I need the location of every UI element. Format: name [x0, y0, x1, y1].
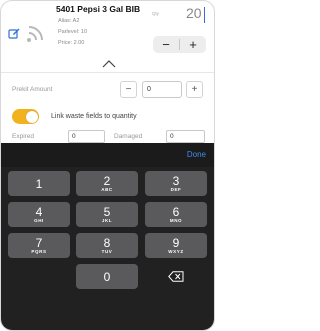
screen: 5401 Pepsi 3 Gal BIB Alias: A2 Parlevel:… — [0, 0, 215, 331]
key-number: 5 — [103, 204, 111, 219]
item-parlevel: Parlevel: 10 — [58, 29, 88, 35]
key-number: 3 — [172, 173, 180, 188]
key-letters: DEF — [170, 186, 182, 192]
key-9[interactable]: 9 WXYZ — [145, 233, 207, 258]
link-waste-label: Link waste fields to quantity — [51, 113, 137, 120]
key-number: 4 — [35, 204, 43, 219]
backspace-key[interactable] — [145, 264, 207, 289]
edit-icon[interactable] — [8, 28, 20, 40]
key-6[interactable]: 6 MNO — [145, 202, 207, 227]
key-letters: PQRS — [31, 248, 47, 254]
prekit-label: Prekit Amount — [12, 86, 53, 93]
expired-input[interactable]: 0 — [68, 130, 105, 143]
key-letters: TUV — [101, 248, 113, 254]
item-title: 5401 Pepsi 3 Gal BIB — [56, 4, 141, 14]
key-letters: ABC — [101, 186, 113, 192]
key-7[interactable]: 7 PQRS — [8, 233, 70, 258]
key-number: 8 — [103, 235, 111, 250]
key-letters: JKL — [101, 217, 113, 223]
qty-input[interactable]: 20 — [186, 5, 202, 21]
key-letters: WXYZ — [168, 248, 184, 254]
chevron-up-icon[interactable] — [102, 60, 116, 68]
key-8[interactable]: 8 TUV — [76, 233, 138, 258]
keyboard-toolbar: Done — [1, 143, 214, 167]
key-letters: GHI — [34, 217, 44, 223]
key-0[interactable]: 0 — [76, 264, 138, 289]
key-5[interactable]: 5 JKL — [76, 202, 138, 227]
numeric-keyboard: Done 1 2 ABC 3 DEF 4 GHI 5 JKL 6 MNO 7 P… — [1, 143, 214, 330]
nfc-icon — [27, 26, 43, 42]
key-letters: MNO — [169, 217, 183, 223]
key-4[interactable]: 4 GHI — [8, 202, 70, 227]
item-price: Price: 2.00 — [58, 40, 85, 46]
qty-stepper: − + — [153, 36, 206, 53]
backspace-icon — [168, 271, 184, 282]
key-number: 7 — [35, 235, 43, 250]
prekit-decrement-button[interactable]: − — [120, 81, 137, 98]
key-number: 0 — [103, 269, 111, 284]
link-waste-toggle[interactable] — [12, 109, 39, 124]
key-number: 9 — [172, 235, 180, 250]
key-2[interactable]: 2 ABC — [76, 171, 138, 196]
prekit-input[interactable]: 0 — [142, 81, 182, 98]
item-alias: Alias: A2 — [58, 18, 80, 24]
key-number: 2 — [103, 173, 111, 188]
item-card: 5401 Pepsi 3 Gal BIB Alias: A2 Parlevel:… — [1, 1, 214, 59]
damaged-input[interactable]: 0 — [166, 130, 205, 143]
damaged-label: Damaged — [114, 133, 143, 140]
expired-label: Expired — [12, 133, 35, 140]
key-number: 1 — [35, 176, 43, 191]
qty-label: Qty — [152, 11, 160, 16]
section-divider — [1, 72, 214, 73]
toggle-knob — [25, 110, 38, 123]
qty-increment-button[interactable]: + — [180, 36, 206, 53]
qty-decrement-button[interactable]: − — [153, 36, 179, 53]
prekit-increment-button[interactable]: + — [186, 81, 203, 98]
key-3[interactable]: 3 DEF — [145, 171, 207, 196]
done-button[interactable]: Done — [187, 150, 206, 159]
key-number: 6 — [172, 204, 180, 219]
key-1[interactable]: 1 — [8, 171, 70, 196]
text-cursor — [204, 7, 205, 23]
